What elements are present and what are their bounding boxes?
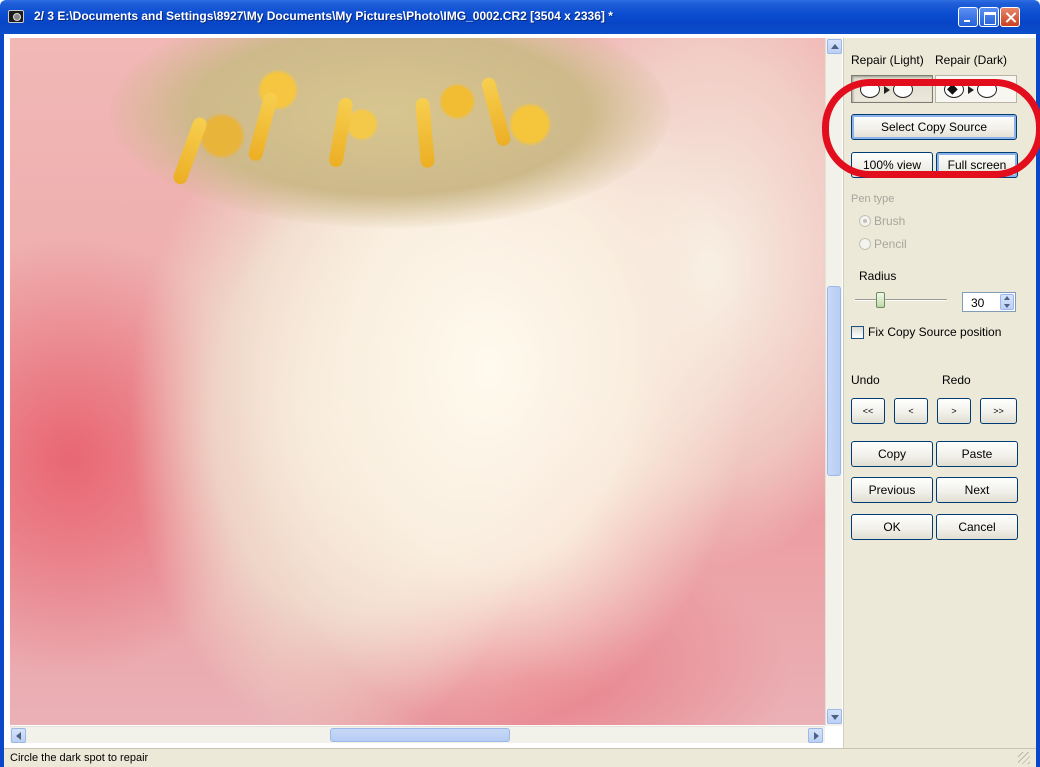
scroll-left-arrow-icon[interactable] [11, 728, 26, 743]
spinner-arrows-icon[interactable] [1000, 294, 1014, 310]
ok-button[interactable]: OK [851, 514, 933, 540]
brush-radio[interactable] [859, 215, 871, 227]
pencil-label: Pencil [874, 237, 907, 251]
close-button[interactable] [1000, 7, 1020, 27]
highlight-ring-annotation [822, 79, 1040, 178]
brush-label: Brush [874, 214, 906, 228]
window-border-left [0, 34, 4, 767]
cancel-button[interactable]: Cancel [936, 514, 1018, 540]
camera-icon [8, 10, 24, 23]
horizontal-scroll-thumb[interactable] [330, 728, 510, 742]
copy-button[interactable]: Copy [851, 441, 933, 467]
vertical-scroll-thumb[interactable] [827, 286, 841, 476]
status-text: Circle the dark spot to repair [10, 752, 149, 764]
radius-value: 30 [971, 296, 985, 310]
radius-slider-track[interactable] [855, 299, 947, 301]
maximize-button[interactable] [979, 7, 999, 27]
minimize-button[interactable] [958, 7, 978, 27]
next-button[interactable]: Next [936, 477, 1018, 503]
image-canvas[interactable] [10, 38, 825, 725]
redo-all-button[interactable]: >> [980, 398, 1017, 424]
horizontal-scrollbar[interactable] [10, 726, 825, 743]
undo-button[interactable]: < [894, 398, 928, 424]
scroll-up-arrow-icon[interactable] [827, 39, 842, 54]
pencil-radio[interactable] [859, 238, 871, 250]
undo-all-button[interactable]: << [851, 398, 885, 424]
previous-button[interactable]: Previous [851, 477, 933, 503]
pen-type-label: Pen type [851, 193, 895, 205]
redo-button[interactable]: > [937, 398, 971, 424]
scroll-right-arrow-icon[interactable] [808, 728, 823, 743]
redo-label: Redo [942, 373, 971, 387]
scroll-down-arrow-icon[interactable] [827, 709, 842, 724]
repair-light-label: Repair (Light) [851, 53, 924, 67]
undo-label: Undo [851, 373, 880, 387]
fix-copy-source-label: Fix Copy Source position [868, 325, 1002, 339]
radius-label: Radius [859, 269, 897, 283]
title-bar: 2/ 3 E:\Documents and Settings\8927\My D… [0, 0, 1040, 34]
repair-dark-label: Repair (Dark) [935, 53, 1008, 67]
window-title: 2/ 3 E:\Documents and Settings\8927\My D… [34, 9, 613, 23]
radius-slider-thumb[interactable] [876, 292, 885, 308]
paste-button[interactable]: Paste [936, 441, 1018, 467]
resize-grip-icon[interactable] [1018, 752, 1030, 764]
radius-spinner[interactable]: 30 [962, 292, 1016, 312]
fix-copy-source-checkbox[interactable] [851, 326, 864, 339]
status-bar: Circle the dark spot to repair [4, 748, 1036, 767]
